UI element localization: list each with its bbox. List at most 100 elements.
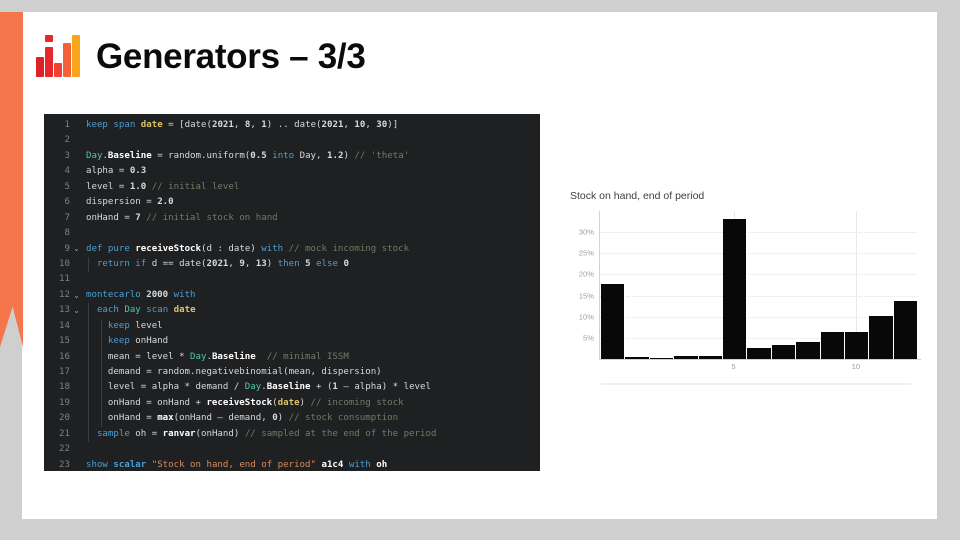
code-text: mean = level * Day.Baseline // minimal I…: [83, 350, 540, 365]
bar: [747, 348, 772, 359]
code-token: with: [348, 459, 371, 470]
line-number: 21: [59, 428, 70, 439]
code-token: Baseline: [211, 351, 256, 362]
chevron-down-icon[interactable]: ⌄: [70, 245, 83, 253]
code-token: onHand: [129, 336, 169, 347]
code-token: 30: [376, 120, 388, 130]
code-line: 22: [44, 442, 540, 457]
code-line: 23 show scalar "Stock on hand, end of per…: [44, 458, 540, 471]
code-token: return: [96, 258, 130, 269]
bar: [869, 316, 894, 359]
code-line: 3 Day.Baseline = random.uniform(0.5 into …: [44, 149, 540, 164]
code-text: Day.Baseline = random.uniform(0.5 into D…: [83, 149, 540, 164]
code-token: level =: [86, 181, 130, 192]
indent-guide: [101, 349, 102, 365]
line-number: 13: [59, 305, 70, 316]
code-token: receiveStock: [206, 397, 273, 408]
code-token: Day: [299, 150, 317, 161]
chart-plot-area: [599, 211, 918, 359]
code-token: ranvar: [162, 428, 196, 439]
y-axis-tick-label: 25%: [578, 248, 594, 258]
code-line: 15 keep onHand: [44, 334, 540, 350]
code-token: date: [277, 397, 300, 408]
code-token: keep: [107, 320, 130, 331]
code-token: if: [135, 258, 147, 269]
code-line: 6 dispersion = 2.0: [44, 195, 540, 210]
code-token: Day: [86, 150, 103, 161]
lokad-bars-logo-icon: [36, 35, 80, 77]
code-text: level = alpha * demand / Day.Baseline + …: [83, 380, 540, 395]
code-token: a1c4: [321, 459, 344, 470]
code-token: 1.0: [129, 181, 147, 192]
code-token: (d :: [201, 243, 229, 254]
code-token: date: [294, 120, 317, 130]
line-number: 17: [59, 367, 70, 377]
indent-guide: [88, 334, 89, 350]
code-token: // stock consumption: [288, 413, 399, 424]
code-text: dispersion = 2.0: [83, 195, 540, 210]
code-editor-panel[interactable]: 1 keep span date = [date(2021, 8, 1) .. d…: [44, 114, 540, 471]
code-token: keep: [86, 120, 108, 130]
code-token: Day: [244, 382, 262, 393]
code-text: sample oh = ranvar(onHand) // sampled at…: [83, 427, 540, 442]
code-line: 2: [44, 133, 540, 148]
code-token: 2000: [146, 289, 169, 300]
code-token: pure: [107, 243, 130, 254]
code-token: "Stock on hand, end of period": [151, 459, 316, 470]
code-token: ,: [244, 258, 256, 269]
code-token: 13: [255, 258, 267, 269]
code-token: onHand =: [86, 413, 158, 424]
code-token: dispersion =: [86, 197, 158, 208]
code-token: into: [272, 150, 295, 161]
code-token: ): [266, 258, 278, 269]
code-token: (onHand): [195, 428, 245, 439]
code-text: onHand = max(onHand – demand, 0) // stoc…: [83, 411, 540, 426]
code-token: 2021: [211, 120, 234, 130]
code-token: 0.3: [129, 166, 147, 177]
indent-guide: [88, 395, 89, 412]
code-token: // 'theta': [354, 150, 410, 161]
code-text: montecarlo 2000 with: [83, 288, 540, 303]
code-line: 20 onHand = max(onHand – demand, 0) // s…: [44, 411, 540, 427]
indent-guide: [88, 411, 89, 427]
code-token: date: [184, 120, 207, 130]
code-text: return if d == date(2021, 9, 13) then 5 …: [83, 257, 540, 272]
bar: [844, 332, 870, 359]
indent-guide: [88, 349, 89, 365]
code-text: onHand = 7 // initial stock on hand: [83, 211, 540, 226]
indent-guide: [101, 411, 102, 427]
code-token: demand = random.negativebinomial(mean, d…: [86, 367, 382, 377]
code-line: 21 sample oh = ranvar(onHand) // sampled…: [44, 426, 540, 443]
code-token: 10: [354, 120, 366, 130]
chevron-down-icon[interactable]: ⌄: [70, 306, 83, 315]
y-axis-tick-label: 5%: [583, 333, 594, 343]
code-text: level = 1.0 // initial level: [83, 180, 540, 195]
line-number: 19: [59, 397, 70, 408]
indent-guide: [101, 380, 102, 396]
indent-guide: [88, 426, 89, 443]
code-token: montecarlo: [86, 289, 141, 300]
y-axis-labels: 5% 10% 15% 20% 25% 30%: [570, 211, 596, 359]
code-token: date: [140, 120, 163, 130]
bar: [722, 219, 748, 359]
code-token: // initial stock on hand: [146, 212, 278, 223]
code-text: keep span date = [date(2021, 8, 1) .. da…: [83, 118, 540, 133]
code-token: + (: [310, 382, 333, 393]
line-number: 14: [59, 320, 70, 331]
code-token: // minimal ISSM: [266, 351, 349, 362]
bar: [601, 284, 626, 359]
code-token: ): [250, 243, 262, 254]
code-token: each: [96, 305, 119, 316]
y-axis-tick-label: 20%: [578, 269, 594, 279]
code-token: alpha =: [86, 166, 130, 177]
indent-guide: [88, 256, 89, 273]
bar: [771, 345, 797, 359]
code-token: ): [299, 397, 311, 408]
code-token: receiveStock: [135, 243, 202, 254]
code-token: ): [343, 150, 355, 161]
code-token: ,: [228, 258, 240, 269]
chevron-down-icon[interactable]: ⌄: [70, 291, 83, 300]
line-number: 10: [59, 258, 70, 269]
